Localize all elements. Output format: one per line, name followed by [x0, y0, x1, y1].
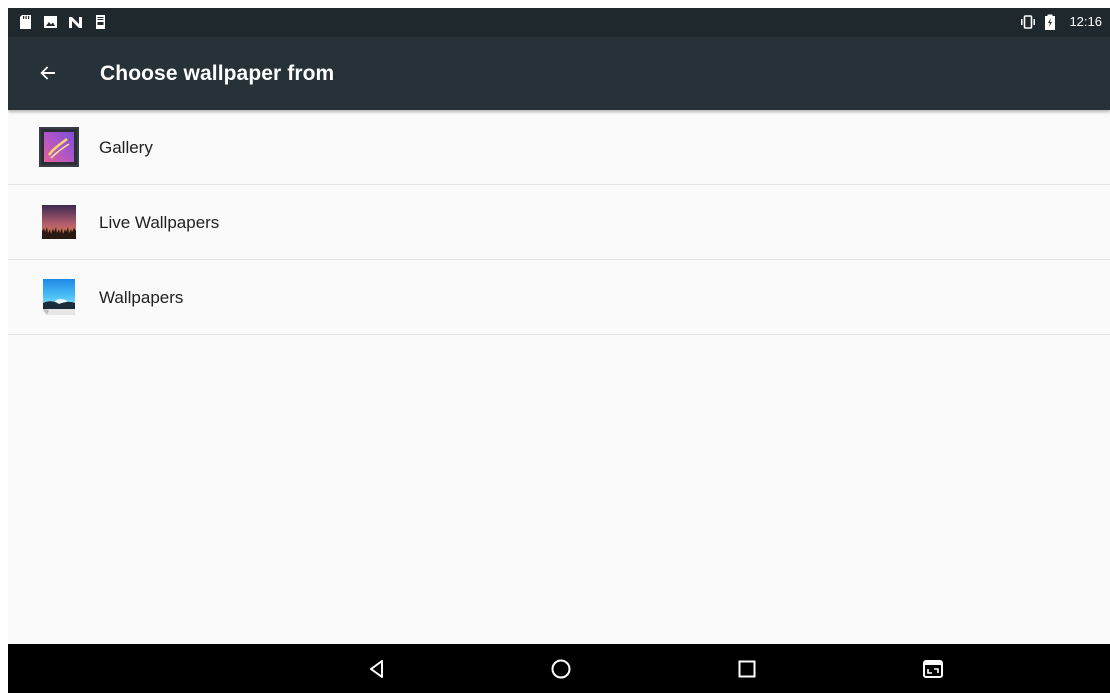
wallpapers-label: Wallpapers: [99, 288, 184, 307]
app-bar: Choose wallpaper from: [8, 37, 1110, 110]
status-bar: 12:16: [8, 8, 1110, 37]
nav-back-button[interactable]: [364, 656, 390, 682]
list-item-gallery[interactable]: Gallery: [8, 110, 1110, 185]
page-title: Choose wallpaper from: [100, 62, 335, 85]
log-file-icon: [93, 14, 108, 30]
gallery-label: Gallery: [99, 138, 153, 157]
live-wallpapers-icon: [37, 200, 81, 244]
battery-charging-icon: [1044, 14, 1059, 30]
list-item-wallpapers[interactable]: Wallpapers: [8, 260, 1110, 335]
list-item-live-wallpapers[interactable]: Live Wallpapers: [8, 185, 1110, 260]
home-circle-icon: [551, 659, 571, 679]
live-wallpapers-label: Live Wallpapers: [99, 213, 220, 232]
recents-square-icon: [738, 660, 756, 678]
nav-recents-button[interactable]: [734, 656, 760, 682]
clock-time: 12:16: [1069, 14, 1102, 29]
wallpapers-icon: [37, 275, 81, 319]
screenshot-icon: [923, 660, 943, 678]
notification-icons: [18, 14, 108, 30]
n-notification-icon: [68, 14, 83, 30]
navigation-bar: [8, 644, 1110, 693]
image-icon: [43, 14, 58, 30]
back-arrow-icon: [40, 66, 55, 80]
back-triangle-icon: [370, 660, 383, 678]
gallery-icon: [37, 125, 81, 169]
nav-home-button[interactable]: [548, 656, 574, 682]
wallpaper-source-list: Gallery Live Wallpapers Wallpapers: [8, 110, 1110, 335]
screen: 12:16 Choose wallpaper from Gallery Live…: [8, 8, 1110, 693]
nav-screenshot-button[interactable]: [920, 656, 946, 682]
system-status: 12:16: [1019, 12, 1102, 32]
vibrate-icon: [1019, 14, 1036, 30]
back-button[interactable]: [34, 59, 62, 87]
sd-card-icon: [18, 14, 33, 30]
